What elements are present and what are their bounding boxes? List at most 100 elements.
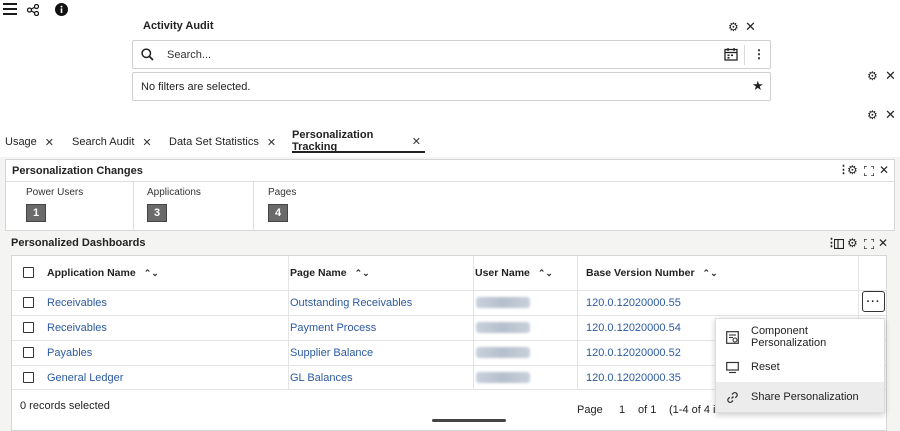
close-icon[interactable]: ✕	[45, 136, 54, 149]
column-header-page-name[interactable]: Page Name ⌃⌄	[290, 267, 370, 279]
column-label: Application Name	[47, 267, 136, 279]
personalization-changes-panel: Personalization Changes ⋮ ⚙ ✕ Power User…	[5, 159, 895, 231]
column-header-user-name[interactable]: User Name ⌃⌄	[475, 267, 553, 279]
version-link[interactable]: 120.0.12020000.35	[586, 372, 681, 384]
row-checkbox[interactable]	[23, 372, 34, 383]
records-selected-text: 0 records selected	[20, 400, 110, 412]
gear-icon[interactable]: ⚙	[867, 109, 878, 121]
metric-divider	[133, 182, 134, 230]
close-icon[interactable]: ✕	[885, 108, 896, 121]
close-icon[interactable]: ✕	[142, 136, 151, 149]
gear-icon[interactable]: ⚙	[867, 70, 878, 82]
version-link[interactable]: 120.0.12020000.55	[586, 297, 681, 309]
row-actions-button[interactable]: ···	[862, 291, 885, 312]
tab-bar: Usage ✕ Search Audit ✕ Data Set Statistics…	[0, 129, 900, 157]
menu-item-label: Share Personalization	[751, 391, 859, 403]
metric-pages[interactable]: Pages 4	[268, 187, 296, 222]
menu-item-label: Reset	[751, 361, 780, 373]
star-icon[interactable]: ★	[752, 79, 764, 92]
sort-icon[interactable]: ⌃⌄	[703, 268, 718, 279]
row-checkbox[interactable]	[23, 297, 34, 308]
column-header-base-version-number[interactable]: Base Version Number ⌃⌄	[586, 267, 718, 279]
close-icon[interactable]: ✕	[267, 136, 276, 149]
search-bar[interactable]: Search... ⋮	[132, 40, 771, 69]
close-icon[interactable]: ✕	[745, 20, 756, 33]
redacted-user-name	[476, 322, 530, 333]
filters-text: No filters are selected.	[141, 81, 251, 93]
sort-icon[interactable]: ⌃⌄	[355, 268, 370, 279]
metric-value: 1	[26, 204, 46, 222]
application-link[interactable]: General Ledger	[47, 372, 123, 384]
redacted-user-name	[476, 297, 530, 308]
search-icon	[141, 48, 154, 61]
row-checkbox[interactable]	[23, 322, 34, 333]
row-actions-menu: Component Personalization Reset Share Pe…	[715, 318, 885, 413]
page-number-input[interactable]: 1	[619, 404, 625, 416]
row-checkbox[interactable]	[23, 347, 34, 358]
metric-divider	[253, 182, 254, 230]
filters-bar: No filters are selected. ★	[132, 72, 771, 101]
column-label: Page Name	[290, 267, 347, 279]
page-link[interactable]: Outstanding Receivables	[290, 297, 412, 309]
application-link[interactable]: Receivables	[47, 322, 107, 334]
version-link[interactable]: 120.0.12020000.52	[586, 347, 681, 359]
application-link[interactable]: Receivables	[47, 297, 107, 309]
close-icon[interactable]: ✕	[885, 69, 896, 82]
tab-label: Usage	[5, 136, 37, 148]
metric-applications[interactable]: Applications 3	[147, 187, 201, 222]
personalized-dashboards-title: Personalized Dashboards	[11, 237, 146, 249]
page-link[interactable]: Payment Process	[290, 322, 376, 334]
version-link[interactable]: 120.0.12020000.54	[586, 322, 681, 334]
menu-item-share-personalization[interactable]: Share Personalization	[716, 382, 884, 412]
page-link[interactable]: GL Balances	[290, 372, 353, 384]
tab-data-set-statistics[interactable]: Data Set Statistics ✕	[169, 131, 276, 153]
column-label: User Name	[475, 267, 530, 279]
scrollbar-handle[interactable]	[432, 419, 506, 422]
gear-icon[interactable]: ⚙	[728, 21, 739, 33]
close-icon[interactable]: ✕	[412, 135, 421, 148]
component-personalization-icon	[726, 330, 739, 344]
metric-label: Pages	[268, 187, 297, 198]
select-all-checkbox[interactable]	[23, 267, 34, 278]
tab-label: Data Set Statistics	[169, 136, 259, 148]
column-header-application-name[interactable]: Application Name ⌃⌄	[47, 267, 159, 279]
expand-icon[interactable]	[864, 166, 874, 176]
calendar-icon[interactable]	[724, 47, 738, 61]
close-icon[interactable]: ✕	[879, 164, 889, 176]
menu-item-component-personalization[interactable]: Component Personalization	[716, 322, 884, 352]
tab-usage[interactable]: Usage ✕	[5, 131, 54, 153]
application-link[interactable]: Payables	[47, 347, 92, 359]
activity-audit-title: Activity Audit	[143, 20, 214, 32]
tab-search-audit[interactable]: Search Audit ✕	[72, 131, 152, 153]
panel-divider	[6, 181, 894, 182]
expand-icon[interactable]	[864, 239, 874, 249]
share-icon[interactable]	[27, 4, 39, 16]
search-input[interactable]: Search...	[167, 49, 211, 61]
menu-item-reset[interactable]: Reset	[716, 352, 884, 382]
metric-power-users[interactable]: Power Users 1	[26, 187, 83, 222]
tab-personalization-tracking[interactable]: Personalization Tracking ✕	[292, 129, 425, 153]
link-icon	[726, 391, 739, 404]
close-icon[interactable]: ✕	[878, 237, 888, 249]
sort-icon[interactable]: ⌃⌄	[538, 268, 553, 279]
gear-icon[interactable]: ⚙	[847, 164, 858, 176]
info-icon[interactable]	[55, 3, 68, 16]
page-total: of 1	[638, 404, 657, 416]
hamburger-icon[interactable]	[3, 3, 17, 15]
redacted-user-name	[476, 372, 530, 383]
menu-item-label: Component Personalization	[751, 325, 827, 349]
gear-icon[interactable]: ⚙	[847, 237, 858, 249]
page-link[interactable]: Supplier Balance	[290, 347, 373, 359]
tab-label: Personalization Tracking	[292, 129, 374, 153]
column-panel-icon[interactable]	[834, 239, 844, 249]
more-options-icon[interactable]: ⋮	[753, 48, 765, 60]
metric-label: Applications	[147, 187, 201, 198]
record-range: (1-4 of 4 it	[669, 404, 719, 416]
redacted-user-name	[476, 347, 530, 358]
personalization-changes-title: Personalization Changes	[12, 165, 143, 177]
table-row[interactable]: Receivables Outstanding Receivables 120.…	[12, 290, 858, 315]
column-label: Base Version Number	[586, 267, 695, 279]
metric-value: 4	[268, 204, 288, 222]
metric-label: Power Users	[26, 187, 84, 198]
sort-icon[interactable]: ⌃⌄	[144, 268, 159, 279]
